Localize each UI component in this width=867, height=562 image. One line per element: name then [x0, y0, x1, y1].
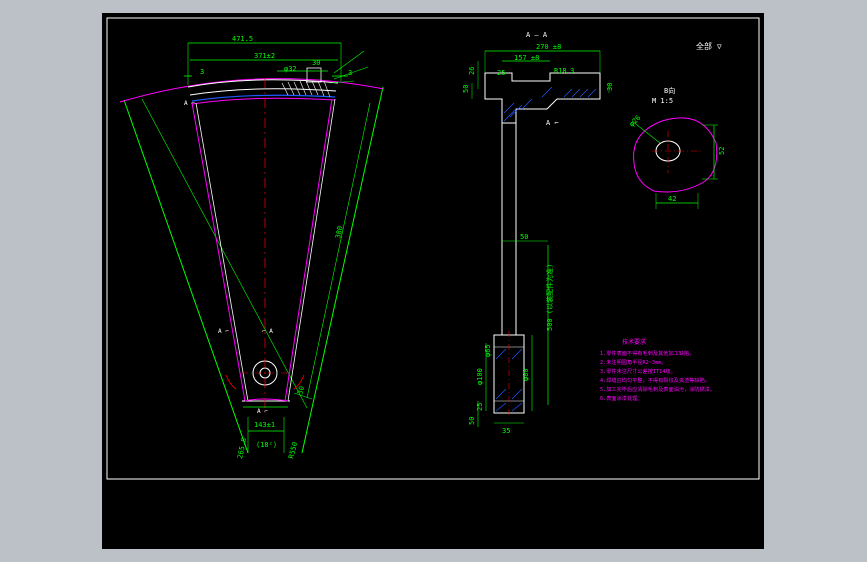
- technical-notes: 技术要求 1.零件表面不得有毛刺及其他加工缺陷。 2.未注明圆角半径R2~3mm…: [600, 338, 715, 402]
- section-view: [471, 50, 610, 427]
- dim-top-mid: 371±2: [254, 52, 275, 60]
- dim-30: 30: [312, 59, 320, 67]
- dim-right-angle: R550: [287, 441, 299, 459]
- dim-detail-52: 52: [718, 147, 726, 155]
- notes-item-2: 2.未注明圆角半径R2~3mm。: [600, 358, 667, 366]
- dim-detail-26: φ26: [628, 114, 643, 129]
- notes-item-5: 5.加工完毕后应清除毛刺及表面油污，涂防锈漆。: [600, 385, 715, 393]
- dim-65: φ65: [484, 344, 492, 357]
- notes-item-3: 3.零件未注尺寸公差按IT14级。: [600, 367, 676, 375]
- dim-50-side: 50: [462, 85, 470, 93]
- dim-detail-42: 42: [668, 195, 676, 203]
- drawing-sheet: 471.5 371±2 φ32 30 3 3 380 143±1 (18²) 2…: [106, 17, 760, 480]
- dim-3-right: 3: [348, 69, 352, 77]
- dim-25-bottom: 25: [476, 403, 484, 411]
- section-mark-a: A ⌐: [546, 119, 559, 127]
- dim-26: 26: [468, 67, 476, 75]
- dim-25: 25: [497, 69, 505, 77]
- section-mark-a-left: A ⌐: [218, 328, 229, 335]
- dim-35: 35: [502, 427, 510, 435]
- detail-title: B向: [664, 86, 675, 95]
- dim-500: 500 (以装配件为准): [545, 264, 554, 331]
- dim-radius: 380: [334, 225, 344, 239]
- front-view: [119, 42, 385, 454]
- dim-small-dia: φ32: [284, 65, 297, 73]
- section-mark-a-bottom: A ⌐: [257, 408, 268, 415]
- front-view-section-marks: A ⌐ ⌐ A A ⌐ A ⌐: [184, 100, 273, 415]
- dim-r18: R18: [554, 67, 567, 75]
- section-title: A — A: [526, 31, 548, 39]
- dim-100: φ100: [476, 368, 484, 385]
- dim-r3: 3: [570, 67, 574, 75]
- drawing-frame: [106, 17, 760, 480]
- section-mark-a-mid: ⌐ A: [262, 328, 273, 335]
- notes-title: 技术要求: [622, 338, 646, 346]
- cad-viewport[interactable]: 471.5 371±2 φ32 30 3 3 380 143±1 (18²) 2…: [102, 13, 764, 549]
- dim-30-side: 30: [296, 385, 306, 395]
- notes-item-1: 1.零件表面不得有毛刺及其他加工缺陷。: [600, 349, 694, 357]
- dim-top-width: 270 ±8: [536, 43, 561, 51]
- drawing-title: 全部 ▽: [696, 41, 722, 51]
- dim-3-left: 3: [200, 68, 204, 76]
- dim-30-section: 30: [606, 83, 614, 91]
- dim-50-bottom: 50: [468, 417, 476, 425]
- dim-inner-width: 157 ±8: [514, 54, 539, 62]
- dim-bottom-width: 143±1: [254, 421, 275, 429]
- dim-50: 50: [520, 233, 528, 241]
- detail-scale: M 1:5: [652, 97, 673, 105]
- notes-item-6: 6.表面涂漆处理。: [600, 394, 643, 402]
- section-mark-a-top: A ⌐: [184, 100, 195, 107]
- notes-item-4: 4.焊缝应均匀平整，不得有裂纹及夹渣等缺陷。: [600, 376, 710, 384]
- dim-bottom-lower: (18²): [256, 441, 277, 449]
- dim-top-outer: 471.5: [232, 35, 253, 43]
- dim-80: φ80: [522, 368, 530, 381]
